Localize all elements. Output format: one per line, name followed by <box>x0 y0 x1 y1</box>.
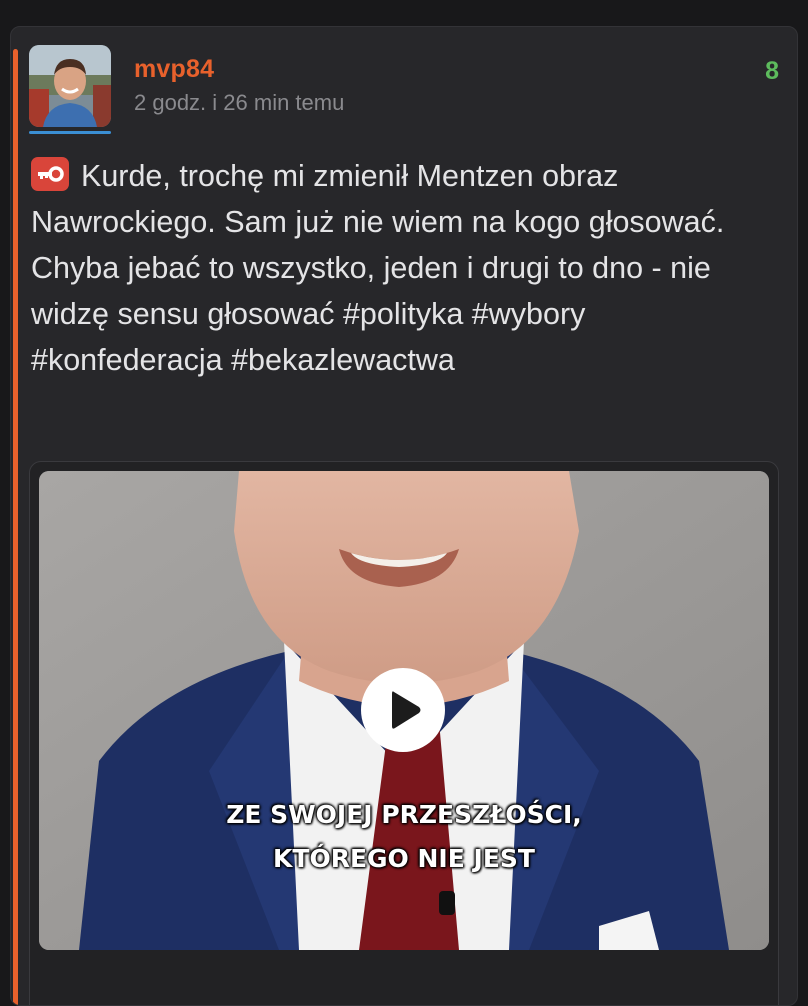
post-card: mvp84 2 godz. i 26 min temu 8 Kurde, tro… <box>10 26 798 1006</box>
play-button[interactable] <box>361 668 445 752</box>
subtitle-line-1: ZE SWOJEJ PRZESZŁOŚCI, <box>226 800 582 829</box>
post-accent-bar <box>13 49 18 1005</box>
avatar[interactable] <box>29 45 111 127</box>
post-author[interactable]: mvp84 <box>134 55 214 84</box>
avatar-status-underline <box>29 131 111 134</box>
post-body: Kurde, trochę mi zmienił Mentzen obraz N… <box>31 153 771 383</box>
subtitle-line-2: KTÓREGO NIE JEST <box>273 844 535 873</box>
vote-count[interactable]: 8 <box>765 57 779 86</box>
video-subtitles: ZE SWOJEJ PRZESZŁOŚCI, KTÓREGO NIE JEST <box>39 793 769 881</box>
play-icon <box>392 691 421 729</box>
post-text: Kurde, trochę mi zmienił Mentzen obraz N… <box>31 159 725 377</box>
post-timestamp[interactable]: 2 godz. i 26 min temu <box>134 90 344 116</box>
key-icon <box>31 157 69 191</box>
video-player[interactable]: ZE SWOJEJ PRZESZŁOŚCI, KTÓREGO NIE JEST <box>39 471 769 950</box>
